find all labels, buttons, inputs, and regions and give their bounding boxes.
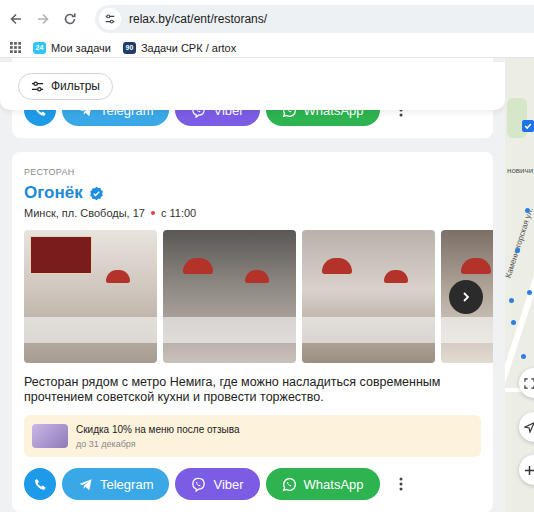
logo-plate: [30, 236, 92, 274]
telegram-button[interactable]: Telegram: [62, 468, 169, 500]
map-pin[interactable]: [509, 298, 514, 303]
button-label: Viber: [213, 477, 243, 492]
promo-thumbnail: [32, 424, 68, 448]
whatsapp-button[interactable]: WhatsApp: [266, 468, 380, 500]
viber-button[interactable]: Viber: [175, 468, 259, 500]
reload-icon[interactable]: [62, 11, 78, 27]
map-pin[interactable]: [525, 208, 530, 213]
phone-button[interactable]: [24, 468, 56, 500]
browser-window: relax.by/cat/ent/restorans/24 Мои задачи 9…: [0, 0, 534, 512]
bookmark[interactable]: 24 Мои задачи: [33, 42, 111, 54]
forward-arrow-icon[interactable]: [35, 11, 51, 27]
more-button[interactable]: [390, 468, 412, 500]
photo-carousel[interactable]: [24, 230, 493, 363]
title-row: Огонёк: [24, 182, 481, 204]
map-pin[interactable]: [511, 320, 516, 325]
promo-text: Скидка 10% на меню после отзыва до 31 дек…: [76, 423, 239, 450]
address: Минск, пл. Свободы, 17: [24, 206, 145, 220]
restaurant-title[interactable]: Огонёк: [24, 182, 83, 204]
phone-icon: [33, 477, 48, 492]
opening-hours: с 11:00: [161, 206, 196, 220]
map-checkbox-icon[interactable]: [522, 120, 534, 132]
sliders-icon: [31, 80, 44, 93]
restaurant-card: РЕСТОРАН Огонёк Минск, пл. Свободы, 17 с 11…: [12, 152, 493, 512]
fullscreen-icon[interactable]: [519, 368, 534, 398]
bookmarks-bar: 24 Мои задачи 90 Задачи СРК / artox: [0, 38, 534, 58]
filter-button[interactable]: Фильтры: [18, 73, 113, 100]
map-label: Каменногорская ул.: [505, 207, 534, 280]
promo-banner[interactable]: Скидка 10% на меню после отзыва до 31 дек…: [24, 415, 481, 457]
promo-until: до 31 декабря: [76, 438, 239, 450]
map-label: новичи: [507, 166, 533, 176]
verified-badge-icon: [89, 186, 104, 201]
button-label: WhatsApp: [304, 477, 364, 492]
bookmark-favicon: 90: [123, 42, 136, 54]
bookmark-label: Задачи СРК / artox: [141, 42, 236, 54]
apps-grid-icon[interactable]: [10, 42, 21, 53]
map[interactable]: новичи Каменногорская ул.: [505, 58, 534, 512]
photo[interactable]: [163, 230, 296, 363]
page: Telegram Viber WhatsApp РЕСТОРАН Огонёк Минск…: [0, 58, 534, 512]
address-line: Минск, пл. Свободы, 17 с 11:00: [24, 206, 481, 220]
promo-title: Скидка 10% на меню после отзыва: [76, 423, 239, 436]
map-pin[interactable]: [515, 248, 520, 253]
viber-icon: [191, 477, 206, 492]
whatsapp-icon: [282, 477, 297, 492]
bookmark-favicon: 24: [33, 42, 46, 54]
more-icon: [399, 477, 403, 491]
listing: Telegram Viber WhatsApp РЕСТОРАН Огонёк Минск…: [0, 58, 505, 512]
photo[interactable]: [302, 230, 435, 363]
button-label: Telegram: [100, 477, 153, 492]
contact-buttons: Telegram Viber WhatsApp: [24, 468, 481, 500]
site-settings-icon[interactable]: [99, 8, 121, 30]
photo[interactable]: [24, 230, 157, 363]
telegram-icon: [78, 477, 93, 492]
url-text: relax.by/cat/ent/restorans/: [129, 12, 267, 26]
address-bar[interactable]: relax.by/cat/ent/restorans/: [95, 5, 534, 33]
next-photo-button[interactable]: [449, 280, 483, 314]
description: Ресторан рядом с метро Немига, где можно…: [24, 375, 481, 405]
category-label: РЕСТОРАН: [24, 166, 481, 178]
map-pin[interactable]: [527, 290, 532, 295]
toolbar: relax.by/cat/ent/restorans/: [0, 0, 534, 38]
filter-label: Фильтры: [51, 79, 100, 93]
bookmark[interactable]: 90 Задачи СРК / artox: [123, 42, 236, 54]
separator-dot: [151, 211, 155, 215]
back-arrow-icon[interactable]: [8, 11, 24, 27]
map-pin[interactable]: [521, 354, 526, 359]
zoom-in-icon[interactable]: [519, 455, 534, 485]
locate-icon[interactable]: [519, 412, 534, 442]
filter-bar: Фильтры: [0, 62, 505, 110]
chevron-right-icon: [460, 291, 472, 303]
bookmark-label: Мои задачи: [51, 42, 111, 54]
